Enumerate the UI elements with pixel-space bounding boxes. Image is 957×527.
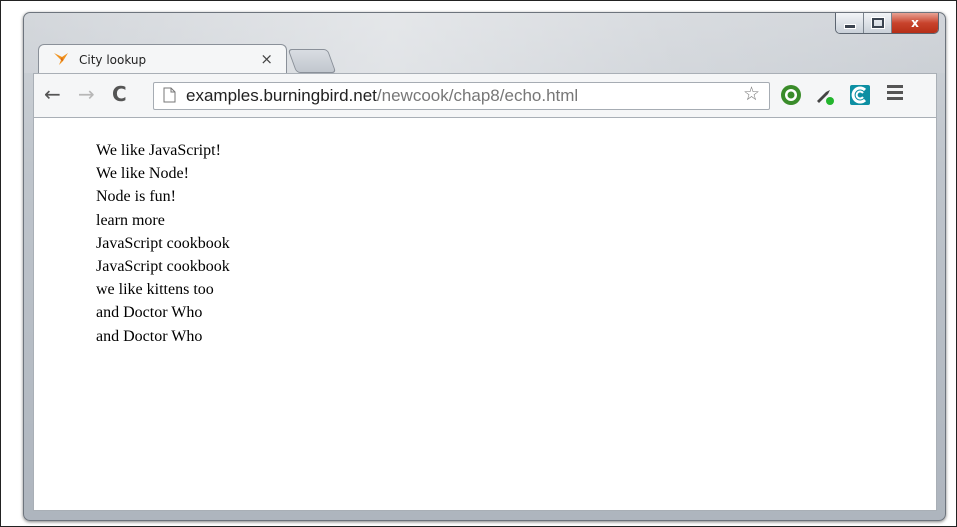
output-line: learn more xyxy=(96,211,165,229)
output-line: We like JavaScript! xyxy=(96,142,221,159)
new-tab-button[interactable] xyxy=(287,49,337,73)
address-bar[interactable]: examples.burningbird.net/newcook/chap8/e… xyxy=(153,82,770,110)
bird-favicon-icon xyxy=(54,53,68,65)
reload-button[interactable]: C xyxy=(112,84,127,104)
toolbar: ← → C examples.burningbird.net/newcook/c… xyxy=(33,73,937,118)
wrench-extension-icon[interactable] xyxy=(814,84,836,106)
url-text: examples.burningbird.net/newcook/chap8/e… xyxy=(186,86,578,106)
output-line: we like kittens too xyxy=(96,281,214,299)
echo-output: We like JavaScript! We like Node! Node i… xyxy=(96,139,230,348)
output-line: and Doctor Who xyxy=(96,304,203,322)
chrome-menu-icon[interactable] xyxy=(887,85,903,103)
minimize-button[interactable] xyxy=(836,13,864,33)
page-content: We like JavaScript! We like Node! Node i… xyxy=(33,117,937,511)
output-line: and Doctor Who xyxy=(96,327,203,345)
screenshot-frame: x City lookup × ← → C examples.burningbi… xyxy=(0,0,957,527)
output-line: We like Node! xyxy=(96,165,189,183)
close-window-button[interactable]: x xyxy=(892,13,938,33)
output-line: JavaScript cookbook xyxy=(96,258,230,276)
tab-city-lookup[interactable]: City lookup × xyxy=(38,44,287,74)
window-controls: x xyxy=(835,13,939,34)
output-line: Node is fun! xyxy=(96,188,176,206)
forward-button[interactable]: → xyxy=(78,84,95,104)
bookmark-star-icon[interactable]: ☆ xyxy=(743,83,760,105)
browser-window: x City lookup × ← → C examples.burningbi… xyxy=(23,12,946,521)
minimize-icon xyxy=(843,23,856,29)
tab-title: City lookup xyxy=(79,53,147,67)
maximize-button[interactable] xyxy=(864,13,892,33)
menu-bar-icon xyxy=(887,91,903,94)
page-icon xyxy=(163,87,176,103)
menu-bar-icon xyxy=(887,85,903,88)
green-extension-icon[interactable] xyxy=(780,84,802,106)
menu-bar-icon xyxy=(887,97,903,100)
url-path: /newcook/chap8/echo.html xyxy=(376,86,579,105)
teal-extension-icon[interactable] xyxy=(849,84,871,106)
output-line: JavaScript cookbook xyxy=(96,234,230,252)
tab-close-icon[interactable]: × xyxy=(260,50,273,68)
back-button[interactable]: ← xyxy=(44,84,61,104)
url-host: examples.burningbird.net xyxy=(186,86,377,105)
maximize-icon xyxy=(870,17,885,29)
